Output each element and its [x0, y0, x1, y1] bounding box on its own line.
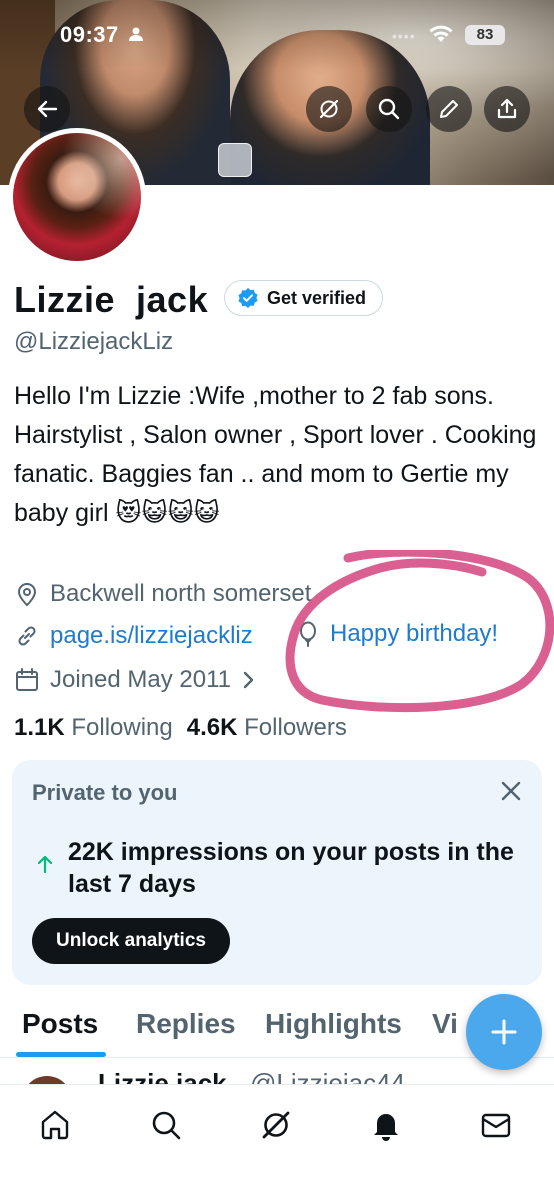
nav-messages[interactable] — [472, 1101, 520, 1149]
pencil-icon — [440, 100, 458, 118]
get-verified-button[interactable]: Get verified — [224, 280, 384, 316]
share-button[interactable] — [484, 86, 530, 132]
search-icon — [152, 1111, 181, 1140]
nav-home[interactable] — [31, 1101, 79, 1149]
profile-bio: Hello I'm Lizzie :Wife ,mother to 2 fab … — [14, 382, 537, 527]
website-link[interactable]: page.is/lizziejackliz — [50, 622, 253, 650]
battery-indicator: 83 — [465, 25, 505, 45]
following-count: 1.1K — [14, 714, 65, 741]
nav-search[interactable] — [142, 1101, 190, 1149]
avatar[interactable] — [8, 128, 146, 266]
verified-badge-icon — [238, 288, 258, 308]
close-card-button[interactable] — [500, 780, 522, 807]
signal-icon: •••• — [392, 28, 416, 44]
tab-replies[interactable]: Replies — [136, 1008, 236, 1040]
profile-handle: @LizziejackLiz — [14, 328, 174, 355]
unlock-analytics-button[interactable]: Unlock analytics — [32, 918, 230, 964]
bottom-navigation — [0, 1084, 554, 1200]
joined-row[interactable]: Joined May 2011 — [14, 666, 255, 694]
followers-link[interactable]: 4.6K Followers — [187, 714, 347, 742]
tab-videos[interactable]: Vi — [432, 1008, 458, 1040]
home-icon — [41, 1110, 69, 1140]
nav-notifications[interactable] — [362, 1101, 410, 1149]
birthday-row: Happy birthday! — [296, 620, 498, 648]
wifi-icon — [428, 24, 454, 49]
joined-text: Joined May 2011 — [50, 666, 232, 693]
active-tab-indicator — [16, 1052, 106, 1057]
location-pin-icon — [17, 583, 37, 607]
birthday-text: Happy birthday! — [330, 620, 499, 647]
search-button[interactable] — [366, 86, 412, 132]
profile-name: Lizzie jack — [14, 279, 209, 320]
plus-icon — [491, 1019, 517, 1045]
back-button[interactable] — [24, 86, 70, 132]
edit-button[interactable] — [426, 86, 472, 132]
person-indicator-icon — [128, 26, 144, 47]
website-row[interactable]: page.is/lizziejackliz — [14, 622, 253, 650]
following-label: Following — [71, 714, 173, 741]
bell-icon — [374, 1114, 398, 1141]
envelope-icon — [481, 1113, 511, 1138]
impressions-stat: 22K impressions on your posts in the las… — [68, 838, 514, 898]
follow-stats: 1.1K Following 4.6K Followers — [14, 714, 347, 742]
banner-glass — [218, 143, 252, 177]
location-row: Backwell north somerset — [14, 580, 311, 608]
location-text: Backwell north somerset — [50, 580, 312, 607]
grok-button[interactable] — [306, 86, 352, 132]
calendar-icon — [16, 668, 38, 691]
status-bar: 09:37 •••• 83 — [0, 22, 554, 50]
compose-button[interactable] — [466, 994, 542, 1070]
get-verified-label: Get verified — [267, 287, 367, 308]
search-icon — [378, 98, 400, 120]
grok-icon — [319, 99, 339, 119]
tab-highlights[interactable]: Highlights — [265, 1008, 402, 1040]
link-icon — [18, 626, 36, 646]
private-label: Private to you — [32, 780, 178, 805]
nav-grok[interactable] — [252, 1101, 300, 1149]
grok-icon — [262, 1111, 290, 1139]
close-icon — [501, 781, 521, 801]
chevron-right-icon — [243, 671, 254, 689]
tab-posts[interactable]: Posts — [22, 1008, 98, 1040]
avatar-background — [13, 133, 141, 261]
share-icon — [497, 98, 517, 119]
followers-count: 4.6K — [186, 714, 238, 741]
followers-label: Followers — [244, 714, 347, 741]
private-analytics-card: Private to you 22K impressions on your p… — [12, 760, 542, 985]
back-arrow-icon — [37, 100, 58, 118]
following-link[interactable]: 1.1K Following — [14, 714, 173, 742]
profile-name-row: Lizzie jack — [14, 278, 208, 322]
trend-up-icon — [36, 854, 54, 879]
balloon-icon — [300, 621, 316, 647]
status-time: 09:37 — [60, 22, 119, 47]
